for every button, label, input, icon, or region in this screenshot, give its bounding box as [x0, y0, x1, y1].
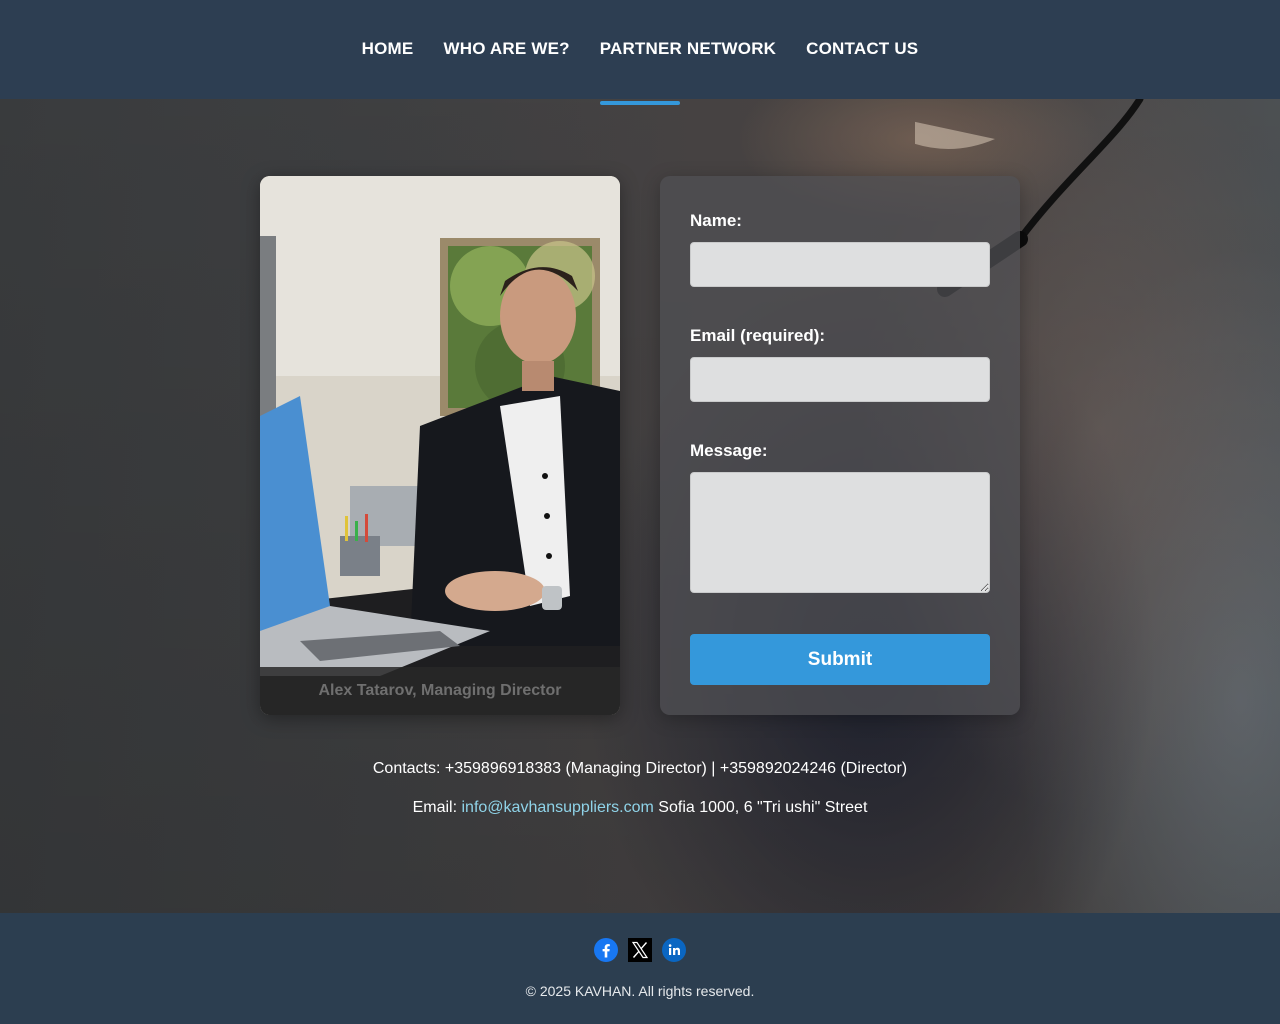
nav-active-indicator	[600, 101, 680, 105]
site-header: HOME WHO ARE WE? PARTNER NETWORK CONTACT…	[0, 0, 1280, 99]
hero-background: Alex Tatarov, Managing Director Name: Em…	[0, 99, 1280, 913]
street-address: Sofia 1000, 6 "Tri ushi" Street	[658, 799, 868, 816]
email-prefix: Email:	[412, 799, 458, 816]
director-photo-card: Alex Tatarov, Managing Director	[260, 176, 620, 715]
message-label: Message:	[690, 441, 768, 460]
site-footer: © 2025 KAVHAN. All rights reserved.	[0, 913, 1280, 1024]
email-link[interactable]: info@kavhansuppliers.com	[462, 799, 654, 816]
linkedin-link[interactable]	[662, 938, 686, 962]
name-input[interactable]	[690, 242, 990, 287]
facebook-link[interactable]	[594, 938, 618, 962]
name-label: Name:	[690, 211, 742, 230]
linkedin-icon	[662, 938, 686, 962]
copyright-text: © 2025 KAVHAN. All rights reserved.	[525, 983, 755, 999]
email-label: Email (required):	[690, 326, 826, 345]
nav-partner-network-link[interactable]: PARTNER NETWORK	[600, 38, 776, 60]
facebook-icon	[594, 938, 618, 962]
nav-home-link[interactable]: HOME	[362, 38, 414, 60]
main-nav: HOME WHO ARE WE? PARTNER NETWORK CONTACT…	[0, 38, 1280, 60]
submit-button[interactable]: Submit	[690, 634, 990, 685]
social-links	[0, 938, 1280, 962]
contact-email-address-line: Email: info@kavhansuppliers.com Sofia 10…	[0, 799, 1280, 817]
director-photo	[260, 176, 620, 715]
photo-caption: Alex Tatarov, Managing Director	[260, 667, 620, 715]
email-input[interactable]	[690, 357, 990, 402]
x-twitter-icon	[628, 938, 652, 962]
contact-phones: Contacts: +359896918383 (Managing Direct…	[372, 760, 908, 777]
nav-contact-us-link[interactable]: CONTACT US	[806, 38, 918, 60]
message-textarea[interactable]	[690, 472, 990, 593]
contact-form: Name: Email (required): Message: Submit	[660, 176, 1020, 715]
x-twitter-link[interactable]	[628, 938, 652, 962]
nav-who-are-we-link[interactable]: WHO ARE WE?	[443, 38, 569, 60]
